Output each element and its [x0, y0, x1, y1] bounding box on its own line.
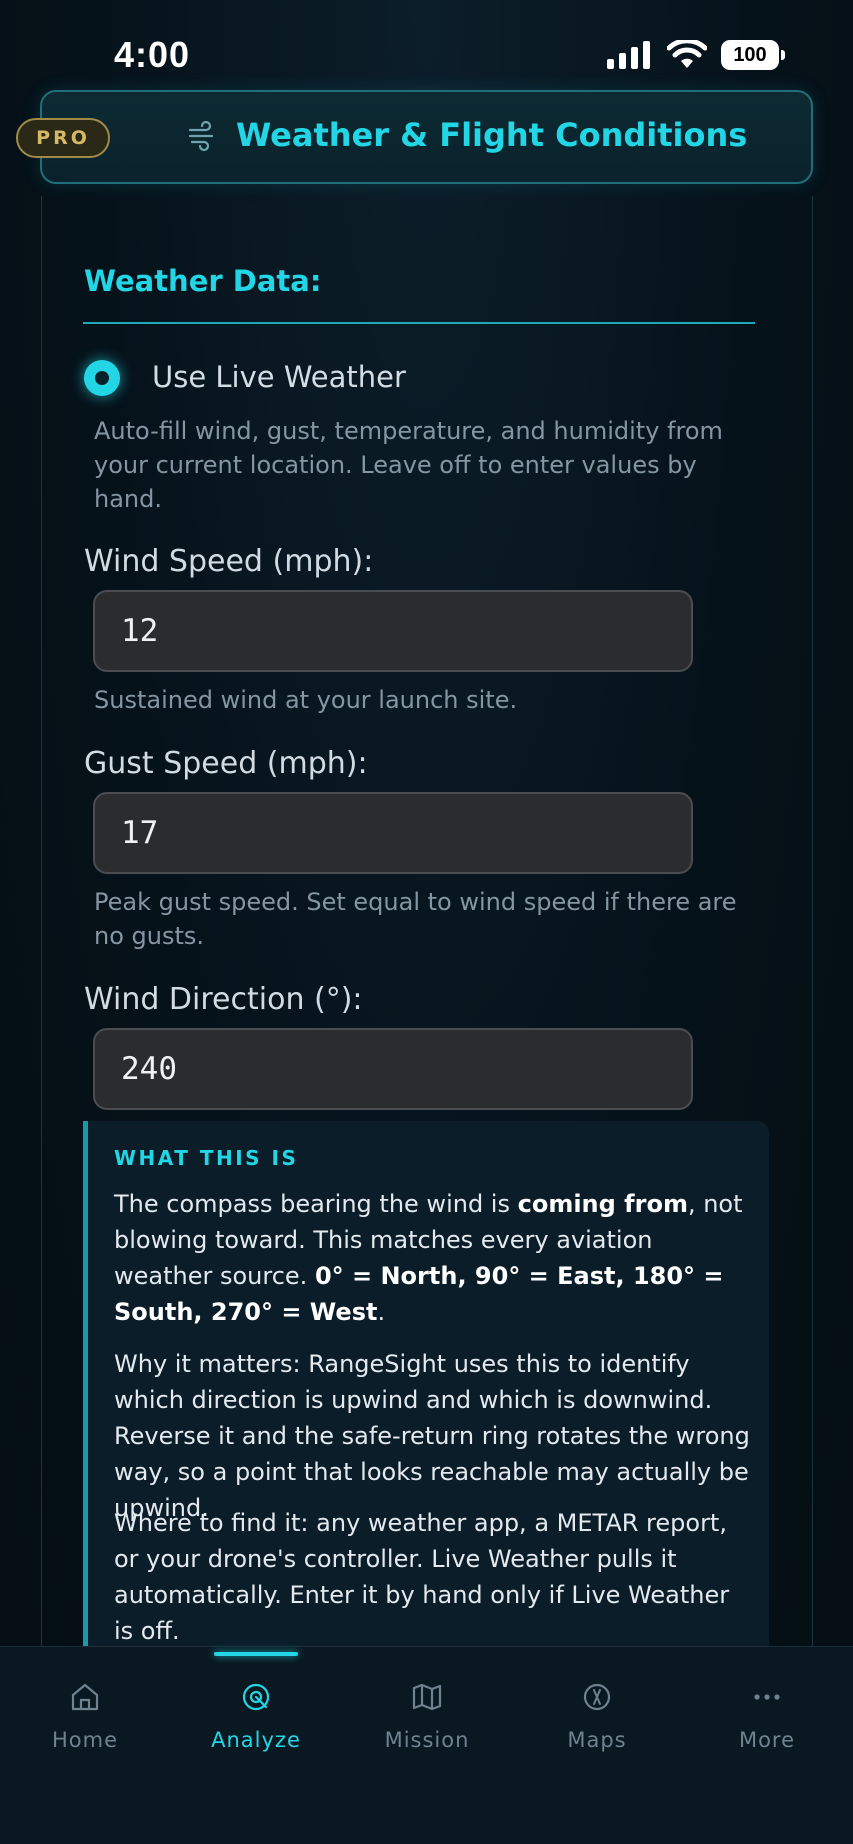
signal-icon: [607, 41, 650, 69]
info-kicker: WHAT THIS IS: [114, 1146, 299, 1170]
info-text: The compass bearing the wind is: [114, 1190, 518, 1218]
wifi-icon: [667, 40, 707, 68]
wind-direction-input[interactable]: 240: [93, 1028, 693, 1110]
wind-speed-input[interactable]: 12: [93, 590, 693, 672]
gust-speed-input[interactable]: 17: [93, 792, 693, 874]
tab-label: More: [738, 1728, 796, 1752]
home-icon: [71, 1683, 99, 1711]
info-paragraph-why: Why it matters: RangeSight uses this to …: [114, 1350, 750, 1522]
active-tab-indicator: [214, 1652, 298, 1656]
tab-label: Mission: [384, 1728, 470, 1752]
wind-icon: [188, 120, 214, 152]
pro-badge[interactable]: PRO: [16, 118, 110, 158]
battery-icon: 100: [721, 40, 785, 70]
more-icon: [754, 1694, 780, 1700]
tab-label: Home: [51, 1728, 118, 1752]
section-title: Weather Data:: [84, 264, 322, 298]
tab-more[interactable]: More: [697, 1680, 837, 1752]
compass-icon: [583, 1683, 611, 1711]
status-time: 4:00: [114, 34, 191, 75]
gust-speed-label: Gust Speed (mph):: [84, 746, 368, 781]
map-icon: [412, 1683, 442, 1711]
wind-direction-label: Wind Direction (°):: [84, 982, 363, 1017]
tab-maps[interactable]: Maps: [527, 1680, 667, 1752]
live-weather-radio[interactable]: [84, 360, 120, 396]
info-emphasis: coming from: [517, 1190, 688, 1218]
status-icons: 100: [607, 40, 785, 70]
tab-label: Analyze: [211, 1728, 301, 1752]
tab-home[interactable]: Home: [15, 1680, 155, 1752]
gust-speed-help: Peak gust speed. Set equal to wind speed…: [94, 888, 737, 950]
tab-label: Maps: [567, 1728, 627, 1752]
live-weather-label[interactable]: Use Live Weather: [152, 360, 406, 394]
page-title: Weather & Flight Conditions: [236, 116, 748, 154]
status-bar: 4:00 100: [0, 0, 853, 100]
analyze-icon: [242, 1683, 270, 1711]
info-text: .: [377, 1298, 386, 1326]
info-paragraph-where: Where to find it: any weather app, a MET…: [114, 1509, 730, 1645]
tab-analyze[interactable]: Analyze: [186, 1680, 326, 1752]
wind-speed-label: Wind Speed (mph):: [84, 544, 374, 579]
section-divider: [83, 322, 755, 324]
live-weather-help: Auto-fill wind, gust, temperature, and h…: [94, 417, 723, 513]
tab-mission[interactable]: Mission: [357, 1680, 497, 1752]
info-paragraph-definition: The compass bearing the wind is coming f…: [114, 1186, 754, 1330]
wind-speed-help: Sustained wind at your launch site.: [94, 686, 518, 714]
